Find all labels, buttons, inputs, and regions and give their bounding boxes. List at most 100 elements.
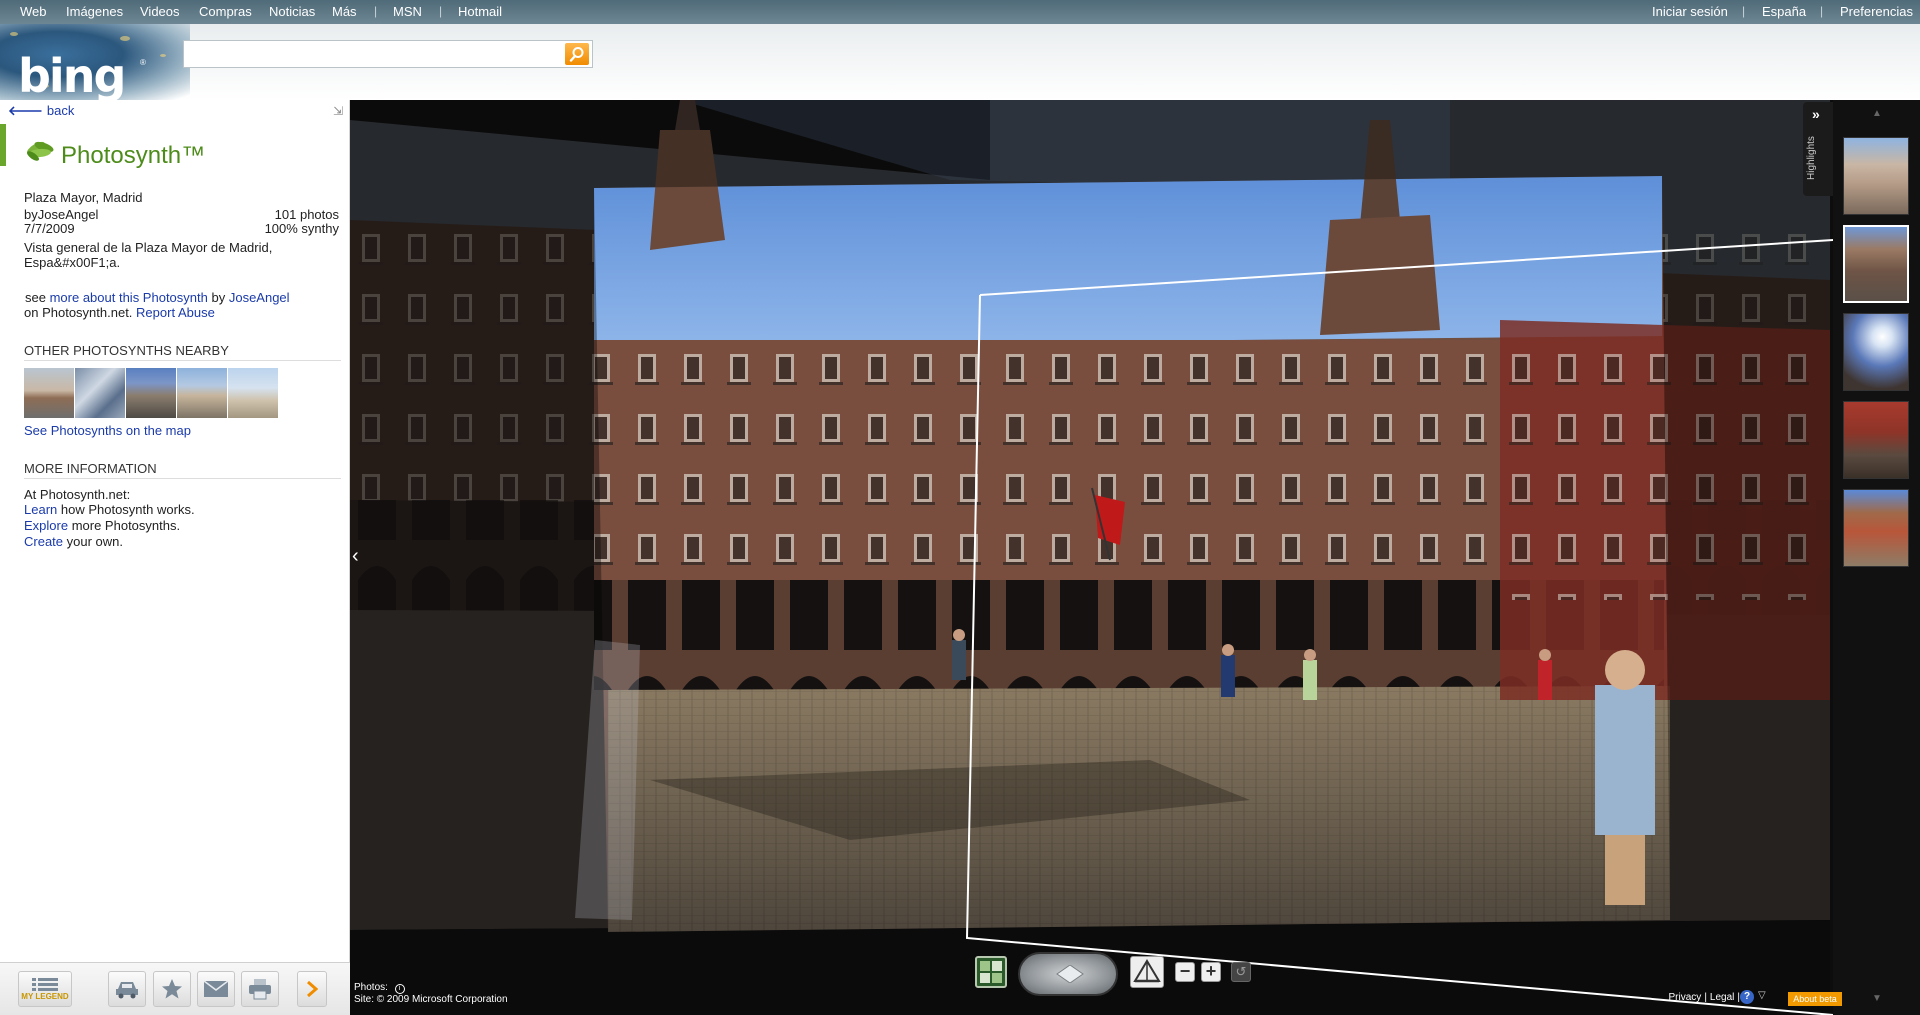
- previous-photo-arrow-icon[interactable]: ‹: [352, 545, 359, 568]
- photosynth-viewer[interactable]: ‹ » Highlights ▲ ▼ − + ↺ Photos: i Site:…: [350, 100, 1920, 1015]
- explore-link[interactable]: Explore: [24, 518, 68, 533]
- chevron-right-icon: [307, 980, 318, 998]
- nav-separator: |: [1742, 4, 1746, 18]
- synth-date: 7/7/2009: [24, 221, 75, 236]
- nav-arrows-icon: [1056, 965, 1084, 983]
- nearby-thumb[interactable]: [177, 368, 227, 418]
- email-button[interactable]: [197, 971, 235, 1007]
- help-icon[interactable]: ?: [1740, 990, 1754, 1004]
- nav-country[interactable]: España: [1762, 4, 1806, 19]
- nearby-thumb[interactable]: [24, 368, 74, 418]
- logo-text: bing: [18, 49, 126, 100]
- description-line: Vista general de la Plaza Mayor de Madri…: [24, 240, 273, 255]
- learn-line: Learn how Photosynth works.: [24, 502, 195, 517]
- highlights-tab[interactable]: » Highlights: [1803, 102, 1833, 196]
- legend-list-icon: [32, 978, 58, 991]
- author-link[interactable]: JoseAngel: [229, 290, 290, 305]
- my-legend-button[interactable]: MY LEGEND: [18, 971, 72, 1007]
- top-nav-bar: Web Imágenes Videos Compras Noticias Más…: [0, 0, 1920, 24]
- legend-label: MY LEGEND: [21, 992, 69, 1001]
- triangle-down-icon[interactable]: ▽: [1758, 990, 1766, 1001]
- strip-thumb-selected[interactable]: [1843, 225, 1909, 303]
- at-site-label: At Photosynth.net:: [24, 487, 131, 502]
- nearby-thumbnails: [24, 368, 278, 418]
- highlights-label: Highlights: [1806, 136, 1817, 180]
- photos-label: Photos:: [354, 982, 388, 993]
- report-abuse-link[interactable]: Report Abuse: [136, 305, 215, 320]
- search-input[interactable]: [183, 40, 563, 68]
- nearby-thumb[interactable]: [228, 368, 278, 418]
- strip-scroll-up-icon[interactable]: ▲: [1872, 108, 1882, 119]
- nav-news[interactable]: Noticias: [269, 4, 315, 19]
- more-info-heading: MORE INFORMATION: [24, 461, 341, 479]
- collapse-panel-icon[interactable]: ⇲: [333, 104, 343, 118]
- back-link[interactable]: 🡐 back: [8, 103, 74, 119]
- search-button[interactable]: [563, 40, 593, 68]
- privacy-link[interactable]: Privacy: [1669, 992, 1702, 1003]
- site-credit: Site: © 2009 Microsoft Corporation: [354, 994, 508, 1005]
- nearby-thumb[interactable]: [75, 368, 125, 418]
- info-panel: 🡐 back ⇲ Photosynth™ Plaza Mayor, Madrid …: [0, 100, 350, 1015]
- see-map-link[interactable]: See Photosynths on the map: [24, 423, 191, 438]
- nav-images[interactable]: Imágenes: [66, 4, 123, 19]
- title-accent-bar: [0, 124, 6, 166]
- photosynth-logo-icon: [27, 141, 54, 161]
- more-about-link[interactable]: more about this Photosynth: [50, 290, 208, 305]
- nav-preferences[interactable]: Preferencias: [1840, 4, 1913, 19]
- split-screen-button[interactable]: [1130, 956, 1164, 988]
- nav-hotmail[interactable]: Hotmail: [458, 4, 502, 19]
- bottom-toolbar: MY LEGEND: [0, 962, 350, 1015]
- search-icon: [569, 47, 584, 62]
- place-name: Plaza Mayor, Madrid: [24, 190, 143, 205]
- info-icon[interactable]: i: [394, 984, 405, 994]
- author-line: byJoseAngel: [24, 207, 99, 222]
- strip-thumb[interactable]: [1843, 137, 1909, 215]
- see-more-line: see more about this Photosynth by JoseAn…: [25, 290, 290, 305]
- nav-sign-in[interactable]: Iniciar sesión: [1652, 4, 1728, 19]
- overhead-view-button[interactable]: [975, 956, 1007, 988]
- nav-shopping[interactable]: Compras: [199, 4, 252, 19]
- bing-logo[interactable]: bing ®: [0, 24, 190, 100]
- explore-line: Explore more Photosynths.: [24, 518, 181, 533]
- nav-web[interactable]: Web: [20, 4, 47, 19]
- toolbar-next-button[interactable]: [297, 971, 327, 1007]
- directions-button[interactable]: [108, 971, 146, 1007]
- decor-fish: [160, 54, 166, 57]
- strip-thumb[interactable]: [1843, 489, 1909, 567]
- nearby-thumb[interactable]: [126, 368, 176, 418]
- source-line: on Photosynth.net. Report Abuse: [24, 305, 215, 320]
- nav-separator: |: [1820, 4, 1824, 18]
- create-link[interactable]: Create: [24, 534, 63, 549]
- reset-view-button[interactable]: ↺: [1231, 962, 1251, 982]
- favorites-button[interactable]: [153, 971, 191, 1007]
- zoom-out-button[interactable]: −: [1175, 962, 1195, 982]
- nav-more[interactable]: Más: [332, 4, 357, 19]
- nav-separator: |: [439, 4, 443, 18]
- strip-thumb[interactable]: [1843, 401, 1909, 479]
- logo-trademark: ®: [140, 58, 146, 67]
- print-button[interactable]: [241, 971, 279, 1007]
- learn-link[interactable]: Learn: [24, 502, 57, 517]
- legal-link[interactable]: Legal: [1710, 992, 1734, 1003]
- double-chevron-right-icon: »: [1812, 106, 1820, 122]
- decor-fish: [120, 36, 130, 41]
- navigation-pad[interactable]: [1018, 952, 1118, 996]
- car-icon: [116, 982, 138, 999]
- back-arrow-icon: 🡐: [8, 103, 43, 118]
- pyramid-view-icon: [1133, 959, 1161, 983]
- description-line: Espa&#x00F1;a.: [24, 255, 121, 270]
- strip-thumb[interactable]: [1843, 313, 1909, 391]
- strip-scroll-down-icon[interactable]: ▼: [1872, 993, 1882, 1004]
- star-icon: [162, 979, 182, 999]
- nav-msn[interactable]: MSN: [393, 4, 422, 19]
- grid-view-icon: [980, 961, 1002, 983]
- footer-links: Privacy | Legal |: [1668, 992, 1740, 1003]
- header: Web Imágenes Videos Compras Noticias Más…: [0, 0, 1920, 100]
- create-line: Create your own.: [24, 534, 124, 549]
- zoom-in-button[interactable]: +: [1201, 962, 1221, 982]
- panorama-scene[interactable]: [350, 100, 1920, 1015]
- photo-credit: Photos: i Site: © 2009 Microsoft Corpora…: [354, 982, 508, 1006]
- about-beta-button[interactable]: About beta: [1788, 992, 1842, 1006]
- nav-videos[interactable]: Videos: [140, 4, 180, 19]
- decor-fish: [10, 32, 18, 36]
